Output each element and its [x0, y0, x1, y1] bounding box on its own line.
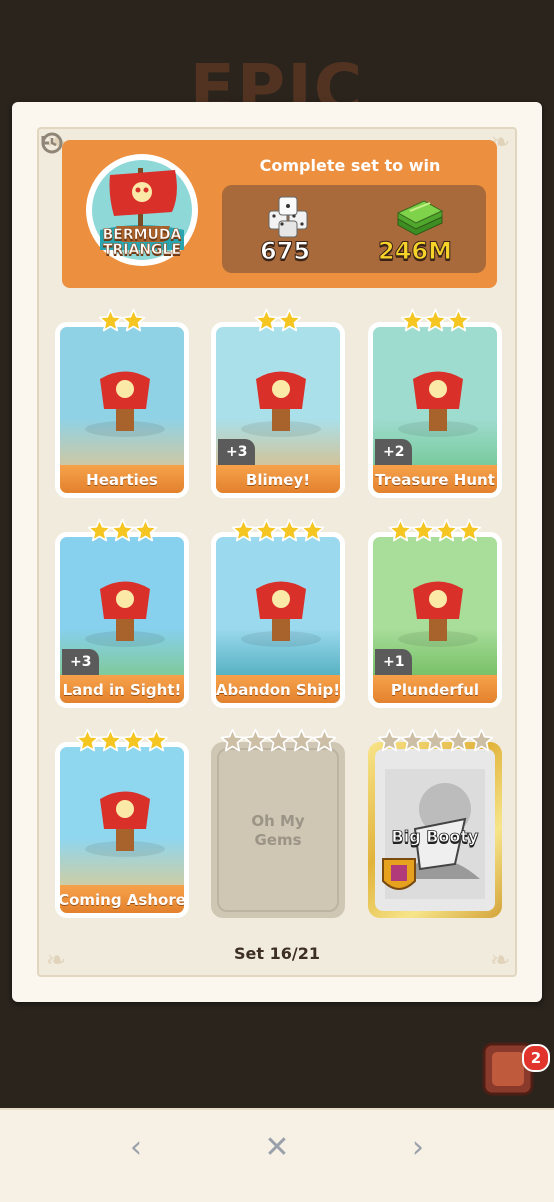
- card-artwork: +1 Plunderful: [368, 532, 502, 708]
- card-star-rating: [55, 728, 189, 754]
- card-artwork: Abandon Ship!: [211, 532, 345, 708]
- card-illustration: [85, 371, 165, 437]
- card-name: Big Booty: [391, 827, 479, 847]
- reward-dice-amount: 675: [259, 237, 311, 266]
- card-illustration: [85, 791, 165, 857]
- sticker-card[interactable]: +1 Plunderful: [368, 518, 502, 708]
- card-illustration: [85, 581, 165, 647]
- next-set-button[interactable]: ›: [398, 1128, 438, 1168]
- card-name-line2: Gems: [254, 831, 302, 849]
- previous-set-button[interactable]: ‹: [116, 1128, 156, 1168]
- card-name: Coming Ashore: [60, 885, 184, 913]
- sticker-card[interactable]: Abandon Ship!: [211, 518, 345, 708]
- dice-stack-icon: [268, 196, 308, 238]
- card-name: Oh My Gems: [211, 812, 345, 850]
- sticker-card[interactable]: Hearties: [55, 308, 189, 498]
- star-icon: [277, 518, 302, 542]
- cash-stack-icon: [396, 200, 444, 236]
- star-icon: [446, 728, 470, 752]
- card-star-rating: [55, 308, 189, 334]
- card-star-rating: [211, 518, 345, 544]
- card-name: Hearties: [60, 465, 184, 493]
- card-name: Blimey!: [216, 465, 340, 493]
- sticker-card[interactable]: +3 Blimey!: [211, 308, 345, 498]
- star-icon: [434, 518, 459, 542]
- star-icon: [400, 728, 424, 752]
- star-icon: [110, 518, 134, 542]
- sticker-card[interactable]: Coming Ashore: [55, 728, 189, 918]
- set-logo: [86, 154, 198, 266]
- set-progress: Set 16/21: [234, 944, 320, 963]
- star-icon: [312, 728, 336, 752]
- reward-cash-amount: 246M: [378, 237, 453, 266]
- gold-shield-icon: [382, 858, 416, 890]
- star-icon: [266, 728, 290, 752]
- sticker-card[interactable]: Oh My Gems: [211, 728, 345, 918]
- close-button[interactable]: ✕: [257, 1128, 297, 1168]
- card-artwork: +3 Blimey!: [211, 322, 345, 498]
- star-icon: [446, 308, 470, 332]
- star-icon: [121, 728, 146, 752]
- card-star-rating: [368, 308, 502, 334]
- star-icon: [388, 518, 413, 542]
- reward-box: 675 246M: [222, 185, 486, 273]
- card-star-rating: [368, 518, 502, 544]
- card-illustration: [241, 371, 321, 437]
- sticker-card[interactable]: +2 Treasure Hunt: [368, 308, 502, 498]
- star-icon: [400, 308, 424, 332]
- card-illustration: [398, 581, 478, 647]
- complete-set-label: Complete set to win: [259, 156, 441, 175]
- duplicate-count-badge: +3: [62, 649, 100, 675]
- card-name: Treasure Hunt: [373, 465, 497, 493]
- card-artwork: +2 Treasure Hunt: [368, 322, 502, 498]
- star-icon: [121, 308, 146, 332]
- card-star-rating: [211, 308, 345, 334]
- sticker-card[interactable]: +3 Land in Sight!: [55, 518, 189, 708]
- card-artwork: Coming Ashore: [55, 742, 189, 918]
- sticker-card[interactable]: Big Booty: [368, 728, 502, 918]
- star-icon: [75, 728, 100, 752]
- star-icon: [289, 728, 313, 752]
- star-icon: [87, 518, 111, 542]
- star-icon: [423, 308, 447, 332]
- star-icon: [457, 518, 482, 542]
- card-illustration: [398, 371, 478, 437]
- card-name: Abandon Ship!: [216, 675, 340, 703]
- set-name: BERMUDA TRIANGLE: [82, 227, 202, 258]
- card-star-rating: [211, 728, 345, 754]
- duplicate-count-badge: +3: [218, 439, 256, 465]
- star-icon: [98, 728, 123, 752]
- star-icon: [254, 308, 279, 332]
- card-name-line1: Oh My: [251, 812, 305, 830]
- star-icon: [243, 728, 267, 752]
- star-icon: [377, 728, 401, 752]
- star-icon: [411, 518, 436, 542]
- star-icon: [98, 308, 123, 332]
- star-icon: [254, 518, 279, 542]
- card-name: Land in Sight!: [60, 675, 184, 703]
- card-illustration: [241, 581, 321, 647]
- star-icon: [133, 518, 157, 542]
- star-icon: [423, 728, 447, 752]
- star-icon: [300, 518, 325, 542]
- card-star-rating: [55, 518, 189, 544]
- card-star-rating: [368, 728, 502, 754]
- card-name: Plunderful: [373, 675, 497, 703]
- star-icon: [231, 518, 256, 542]
- set-name-line1: BERMUDA: [102, 227, 182, 243]
- card-artwork: Big Booty: [375, 749, 495, 911]
- set-name-line2: TRIANGLE: [102, 242, 182, 258]
- duplicate-count-badge: +1: [375, 649, 413, 675]
- dice-count-badge: 2: [522, 1044, 550, 1072]
- duplicate-count-badge: +2: [375, 439, 413, 465]
- star-icon: [469, 728, 493, 752]
- star-icon: [220, 728, 244, 752]
- card-artwork: +3 Land in Sight!: [55, 532, 189, 708]
- card-artwork: Hearties: [55, 322, 189, 498]
- star-icon: [144, 728, 169, 752]
- star-icon: [277, 308, 302, 332]
